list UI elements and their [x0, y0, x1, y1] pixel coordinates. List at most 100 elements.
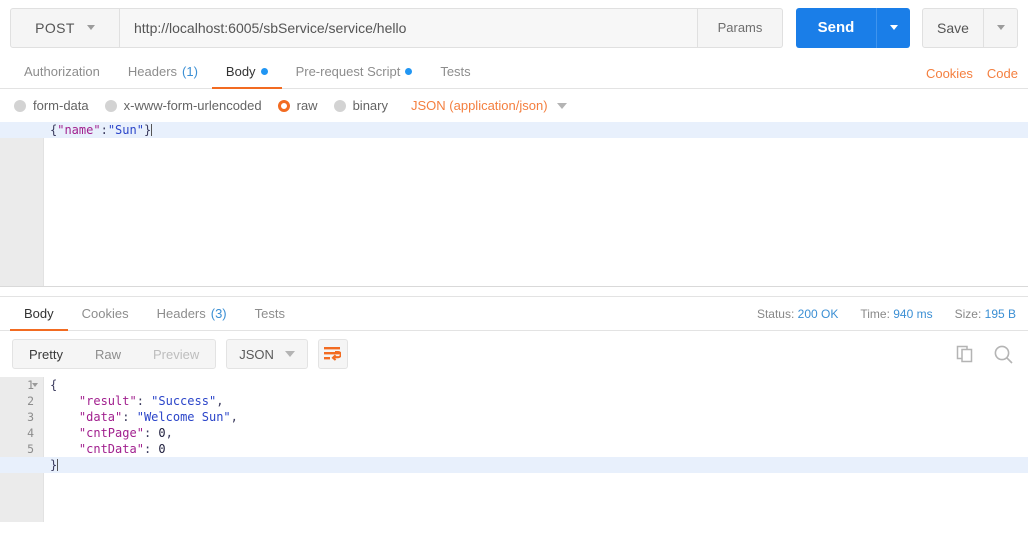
response-code-line[interactable]: "result": "Success", [45, 393, 1028, 409]
response-code-line[interactable]: "cntPage": 0, [45, 425, 1028, 441]
response-editor-gutter: 123456 [0, 377, 44, 522]
chevron-down-icon [889, 25, 898, 30]
response-tab-headers[interactable]: Headers (3) [143, 298, 241, 331]
size-indicator: Size: 195 B [955, 307, 1016, 321]
time-label: Time: [860, 307, 890, 321]
code-token: : [100, 123, 108, 137]
copy-button[interactable] [955, 344, 975, 364]
search-icon [994, 345, 1013, 364]
code-token: "cntPage" [78, 426, 144, 440]
response-tab-body[interactable]: Body [10, 298, 68, 331]
response-line-number: 5 [27, 442, 34, 456]
save-button[interactable]: Save [922, 7, 984, 48]
response-code-line[interactable]: { [45, 377, 1028, 393]
view-mode-raw[interactable]: Raw [79, 340, 137, 368]
response-tab-cookies[interactable]: Cookies [68, 298, 143, 331]
response-code-area[interactable]: { "result": "Success", "data": "Welcome … [0, 377, 1028, 473]
view-mode-preview[interactable]: Preview [137, 340, 215, 368]
size-label: Size: [954, 307, 982, 321]
body-type-radio-x-www-form-urlencoded[interactable]: x-www-form-urlencoded [104, 98, 262, 113]
copy-icon [956, 345, 973, 363]
request-tab-authorization[interactable]: Authorization [10, 56, 114, 89]
request-tab-body[interactable]: Body [211, 56, 282, 89]
response-line-number: 3 [27, 410, 34, 424]
params-button[interactable]: Params [698, 7, 783, 48]
code-token: } [50, 458, 58, 472]
save-options-button[interactable] [984, 7, 1018, 48]
send-options-button[interactable] [876, 7, 910, 48]
response-tab-tests[interactable]: Tests [241, 298, 299, 331]
radio-label: x-www-form-urlencoded [123, 98, 262, 113]
code-token: , [230, 410, 238, 424]
radio-label: binary [352, 98, 388, 113]
search-button[interactable] [993, 344, 1014, 365]
request-tab-pre-request-script[interactable]: Pre-request Script [282, 56, 427, 89]
response-tabs: Body Cookies Headers (3) Tests Status: 200 O… [0, 296, 1028, 331]
tab-label: Authorization [24, 64, 100, 79]
request-tabs: Authorization Headers (1) Body Pre-request S… [0, 55, 1028, 89]
radio-label: raw [296, 98, 318, 113]
radio-button[interactable] [104, 99, 117, 112]
content-type-selector[interactable]: JSON (application/json) [411, 98, 567, 113]
request-body-editor[interactable]: 1 {"name":"Sun"} [0, 122, 1028, 287]
word-wrap-button[interactable] [317, 339, 348, 369]
content-type-label: JSON (application/json) [411, 98, 548, 113]
request-tab-headers[interactable]: Headers (1) [114, 56, 212, 89]
response-code-line[interactable]: } [0, 457, 1028, 473]
request-code-line[interactable]: {"name":"Sun"} [0, 122, 1028, 138]
code-token: : [122, 410, 137, 424]
pane-splitter[interactable] [0, 287, 1028, 296]
request-url-input[interactable] [120, 7, 698, 48]
cookies-link[interactable]: Cookies [926, 66, 973, 81]
chevron-down-icon [556, 102, 567, 109]
tab-label: Headers [156, 306, 206, 321]
view-mode-pretty[interactable]: Pretty [13, 340, 79, 368]
body-type-radio-form-data[interactable]: form-data [14, 98, 89, 113]
code-link[interactable]: Code [987, 66, 1018, 81]
fold-arrow-icon[interactable] [32, 383, 38, 387]
send-button-group: Send [796, 7, 910, 48]
tab-modified-dot-icon [260, 68, 268, 75]
status-indicator: Status: 200 OK [757, 307, 838, 321]
chevron-down-icon [284, 351, 295, 357]
request-code-area[interactable]: {"name":"Sun"} [0, 122, 1028, 138]
code-token: , [216, 394, 224, 408]
code-token: "Welcome Sun" [136, 410, 231, 424]
status-value: 200 OK [797, 307, 839, 321]
http-method-label: POST [35, 19, 75, 36]
time-indicator: Time: 940 ms [860, 307, 932, 321]
body-type-row: form-data x-www-form-urlencoded raw binary … [0, 89, 1028, 122]
response-code-line[interactable]: "cntData": 0 [45, 441, 1028, 457]
save-button-group: Save [922, 7, 1018, 48]
send-button[interactable]: Send [796, 7, 876, 48]
code-token: "data" [78, 410, 123, 424]
body-type-radio-raw[interactable]: raw [277, 98, 318, 113]
code-token: : [143, 426, 159, 440]
tab-label: Pre-request Script [295, 64, 401, 79]
response-code-line[interactable]: "data": "Welcome Sun", [45, 409, 1028, 425]
radio-button[interactable] [14, 99, 26, 112]
time-value: 940 ms [893, 307, 933, 321]
code-token: , [165, 426, 173, 440]
response-toolbar: Pretty Raw Preview JSON [0, 331, 1028, 377]
radio-button[interactable] [277, 99, 290, 112]
body-type-radio-binary[interactable]: binary [333, 98, 388, 113]
request-tab-tests[interactable]: Tests [426, 56, 484, 89]
code-token: "name" [57, 123, 101, 137]
http-method-selector[interactable]: POST [10, 7, 120, 48]
radio-button[interactable] [333, 99, 346, 112]
text-caret [57, 459, 59, 471]
response-format-label: JSON [239, 346, 274, 362]
response-view-modes: Pretty Raw Preview [12, 339, 217, 369]
response-format-selector[interactable]: JSON [226, 339, 308, 369]
tab-label: Tests [254, 306, 285, 321]
code-token: "result" [78, 394, 137, 408]
size-value: 195 B [984, 307, 1016, 321]
response-line-number: 4 [27, 426, 34, 440]
response-body-editor[interactable]: 123456 { "result": "Success", "data": "W… [0, 377, 1028, 522]
request-editor-gutter: 1 [0, 122, 44, 286]
